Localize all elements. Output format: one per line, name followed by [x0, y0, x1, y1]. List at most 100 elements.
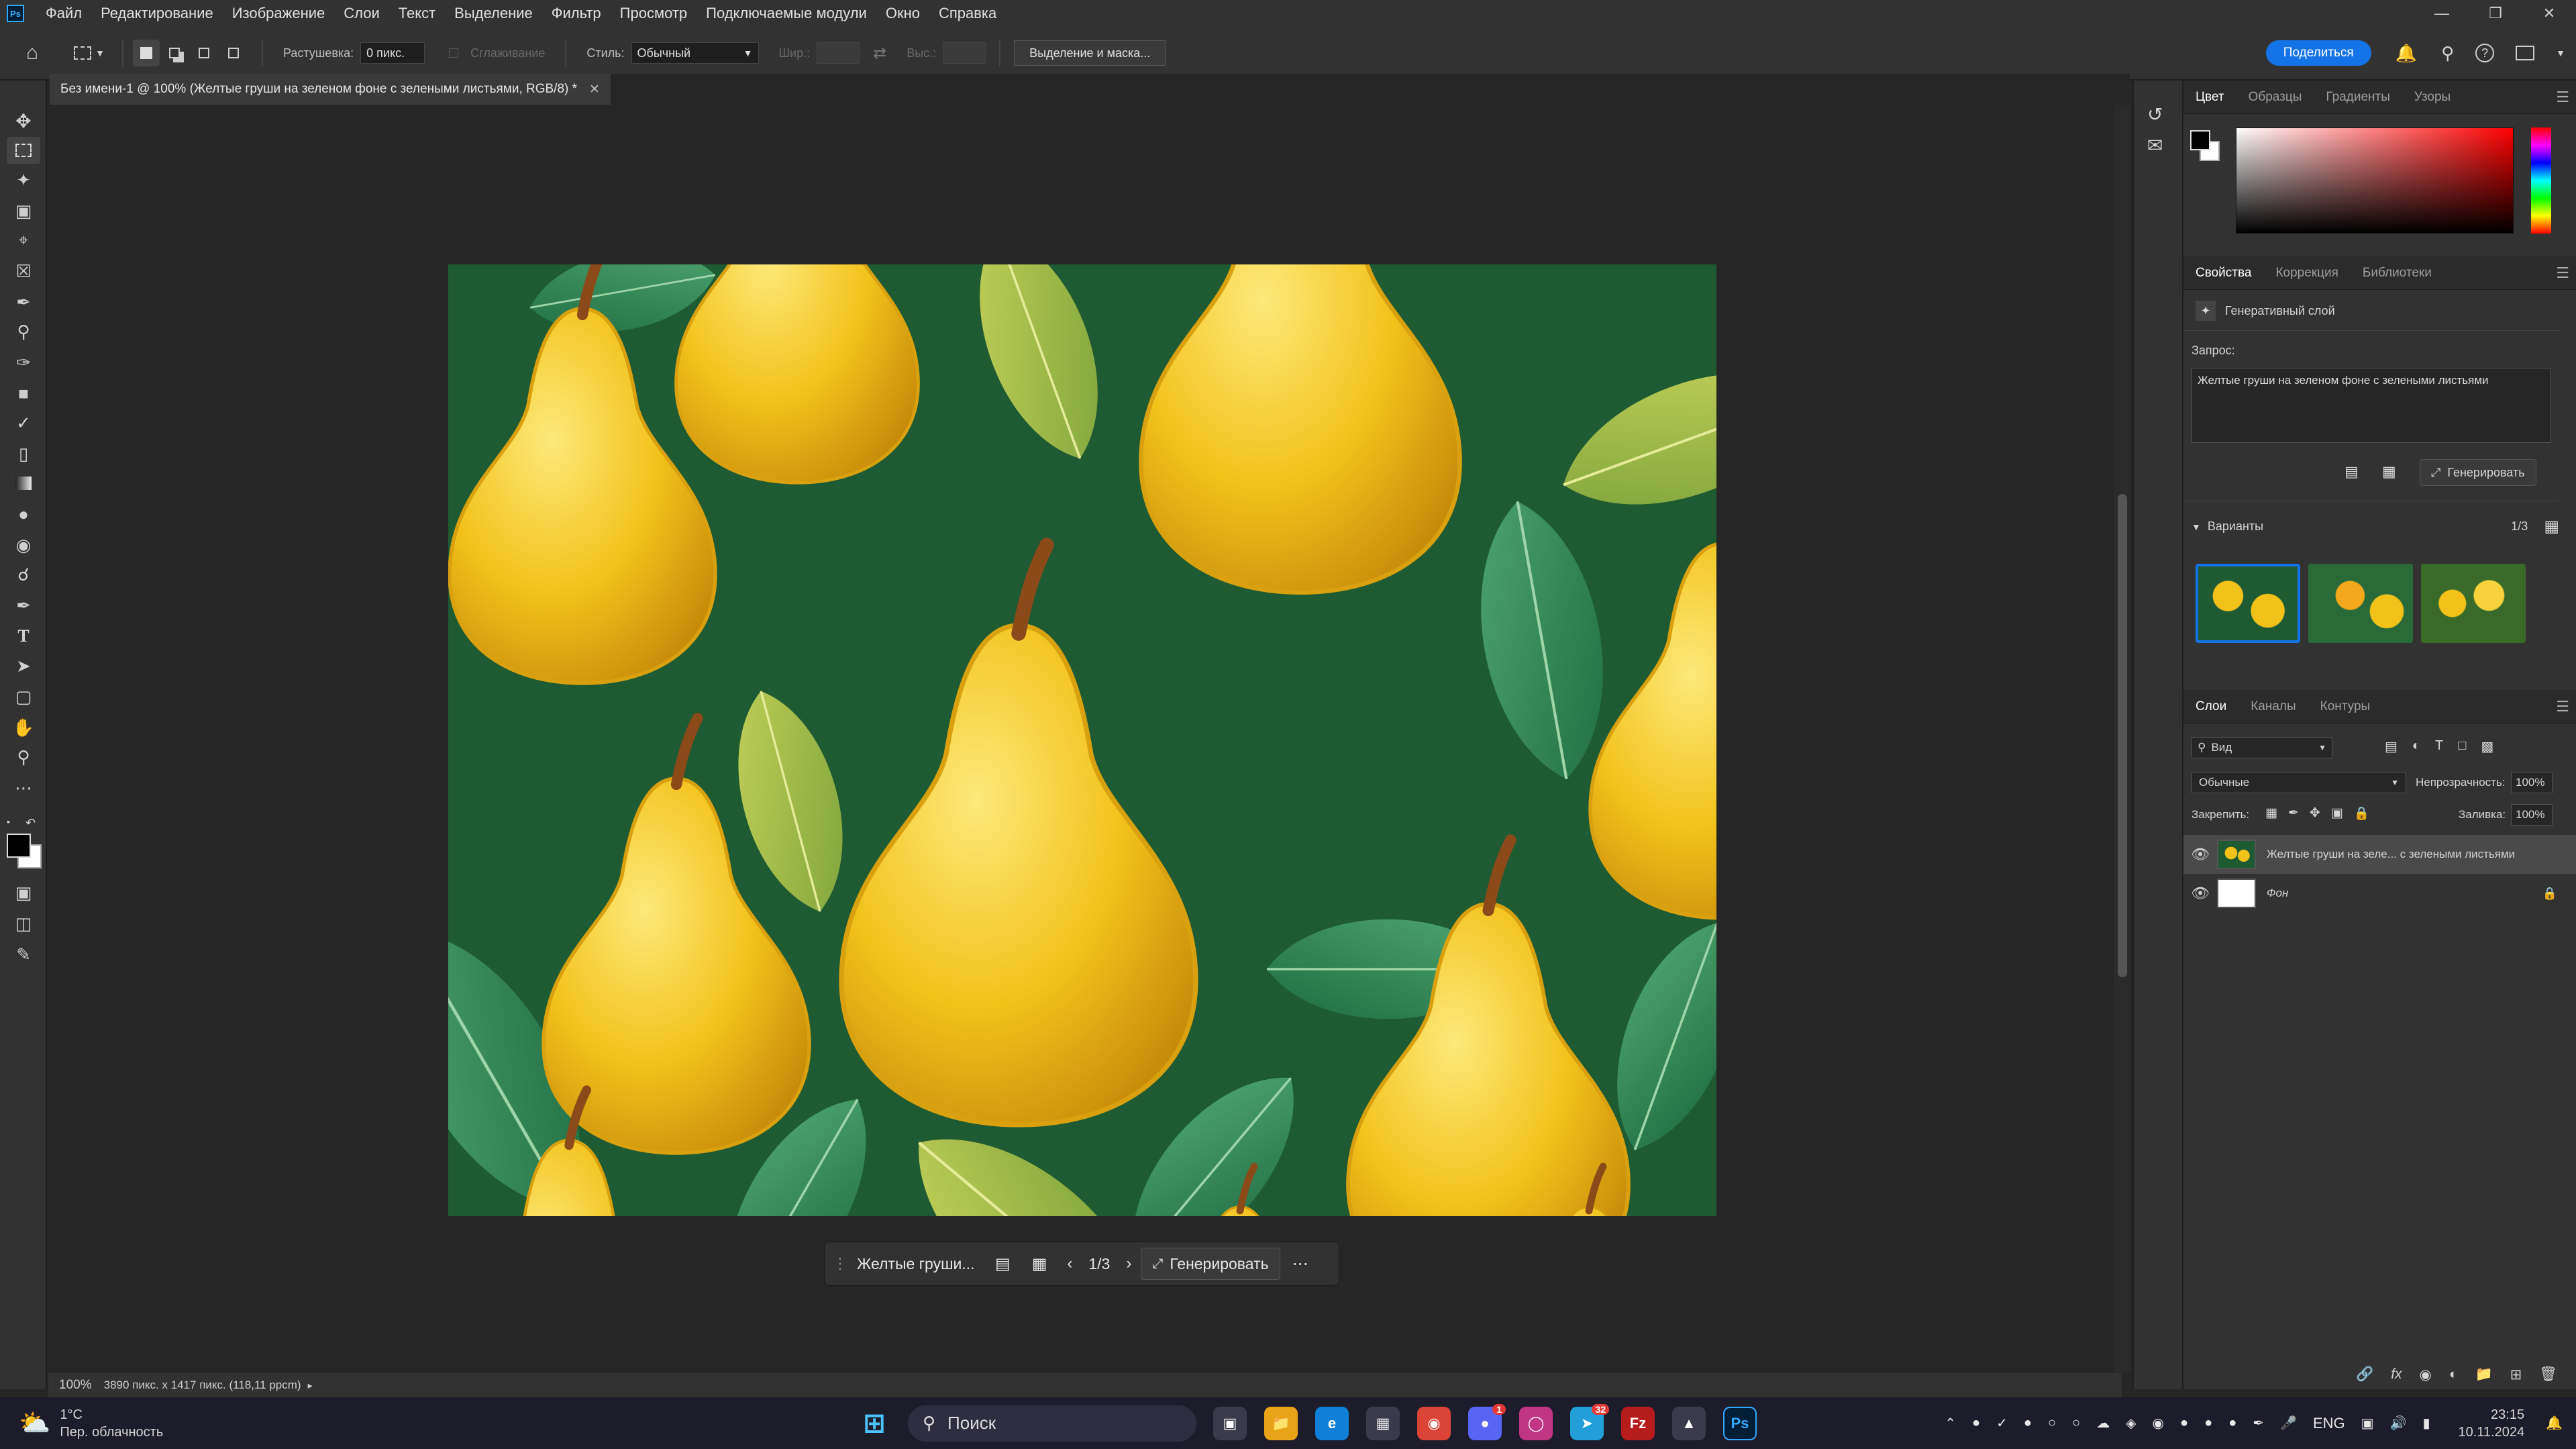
delete-layer-icon[interactable]: 🗑: [2539, 1366, 2557, 1383]
document-tab[interactable]: Без имени-1 @ 100% (Желтые груши на зеле…: [50, 74, 611, 105]
history-brush-icon[interactable]: ✓: [7, 409, 40, 436]
variants-grid-icon[interactable]: ▦: [1032, 1254, 1047, 1274]
workspace-icon[interactable]: [2516, 46, 2535, 60]
new-selection-icon[interactable]: [133, 40, 160, 66]
chevron-down-icon[interactable]: ▼: [2556, 48, 2565, 58]
share-button[interactable]: Поделиться: [2265, 40, 2371, 66]
vertical-scroll-thumb[interactable]: [2118, 494, 2127, 977]
tab-libraries[interactable]: Библиотеки: [2351, 266, 2444, 281]
filter-type-icon[interactable]: T: [2435, 738, 2443, 755]
layer-filter-select[interactable]: ⚲ Вид ▼: [2192, 737, 2332, 758]
tray-app-icon[interactable]: ●: [2204, 1415, 2212, 1431]
new-group-icon[interactable]: 📁: [2475, 1366, 2493, 1383]
lock-position-icon[interactable]: ✥: [2310, 805, 2320, 821]
default-colors-icon[interactable]: ▪: [7, 816, 20, 830]
weather-widget[interactable]: ⛅ 1°C Пер. облачность: [19, 1406, 395, 1441]
rectangle-tool-icon[interactable]: ▢: [7, 683, 40, 710]
object-select-icon[interactable]: ▣: [7, 197, 40, 224]
menu-file[interactable]: Файл: [36, 5, 91, 22]
link-layers-icon[interactable]: 🔗: [2356, 1366, 2373, 1383]
layer-style-icon[interactable]: fx: [2391, 1366, 2402, 1383]
tab-paths[interactable]: Контуры: [2308, 699, 2383, 714]
dodge-tool-icon[interactable]: ◉: [7, 532, 40, 558]
panel-menu-icon[interactable]: ☰: [2556, 698, 2569, 715]
tray-chevron-icon[interactable]: ⌃: [1945, 1415, 1956, 1432]
document-info[interactable]: 3890 пикс. x 1417 пикс. (118,11 ppcm): [104, 1379, 301, 1392]
steam-icon[interactable]: ◉: [2153, 1415, 2164, 1432]
smoothing-checkbox[interactable]: [449, 48, 459, 58]
search-icon[interactable]: ⚲: [2441, 43, 2454, 64]
panel-menu-icon[interactable]: ☰: [2556, 264, 2569, 282]
volume-icon[interactable]: 🔊: [2390, 1415, 2407, 1432]
variant-thumbnail-1[interactable]: [2196, 564, 2300, 643]
stamp-tool-icon[interactable]: ■: [7, 380, 40, 407]
quick-mask-icon[interactable]: ▣: [7, 879, 40, 906]
intersect-selection-icon[interactable]: [219, 40, 248, 66]
instagram-icon[interactable]: ◯: [1519, 1406, 1553, 1440]
tray-app-icon[interactable]: ○: [2072, 1415, 2080, 1431]
layer-name[interactable]: Фон: [2267, 887, 2288, 900]
visibility-eye-icon[interactable]: 👁: [2183, 885, 2217, 902]
document-canvas[interactable]: [448, 264, 1716, 1216]
tray-app-icon[interactable]: ●: [2024, 1415, 2032, 1431]
color-foreground-swatch[interactable]: [2190, 130, 2210, 150]
layer-row-generative[interactable]: 👁 Желтые груши на зеле... с зелеными лис…: [2183, 835, 2576, 874]
previous-variant-icon[interactable]: ‹: [1067, 1254, 1072, 1273]
zoom-level[interactable]: 100%: [59, 1378, 92, 1393]
marquee-tool-icon[interactable]: [7, 137, 40, 164]
variant-thumbnail-2[interactable]: [2308, 564, 2413, 643]
menu-image[interactable]: Изображение: [223, 5, 335, 22]
tray-shield-icon[interactable]: ●: [1972, 1415, 1980, 1431]
store-icon[interactable]: ▦: [1366, 1406, 1400, 1440]
edge-icon[interactable]: e: [1315, 1406, 1349, 1440]
telegram-icon[interactable]: ➤ 32: [1570, 1403, 1609, 1440]
lock-artboard-icon[interactable]: ▣: [2331, 805, 2343, 821]
filter-adjustment-icon[interactable]: ◐: [2412, 738, 2420, 755]
feather-input[interactable]: 0 пикс.: [360, 42, 425, 64]
app-icon[interactable]: ▲: [1672, 1406, 1706, 1440]
marquee-preset-button[interactable]: ▼: [66, 40, 113, 66]
crop-tool-icon[interactable]: ⌖: [7, 227, 40, 254]
notifications-icon[interactable]: 🔔: [2546, 1415, 2563, 1432]
gradient-tool-icon[interactable]: [7, 470, 40, 497]
battery-icon[interactable]: ▮: [2422, 1415, 2430, 1432]
content-type-icon[interactable]: ▦: [2382, 463, 2396, 481]
eyedropper-icon[interactable]: ✒: [7, 289, 40, 315]
foreground-color[interactable]: [7, 834, 31, 858]
frame-tool-icon[interactable]: ☒: [7, 258, 40, 285]
tab-swatches[interactable]: Образцы: [2236, 90, 2314, 105]
language-indicator[interactable]: ENG: [2313, 1415, 2345, 1432]
width-input[interactable]: [817, 42, 860, 64]
opacity-input[interactable]: 100%: [2511, 772, 2553, 793]
tab-gradients[interactable]: Градиенты: [2314, 90, 2402, 105]
onedrive-icon[interactable]: ☁: [2096, 1415, 2110, 1432]
home-icon[interactable]: ⌂: [12, 40, 52, 66]
brush-tool-icon[interactable]: ✑: [7, 349, 40, 376]
chevron-right-icon[interactable]: ▸: [308, 1380, 313, 1391]
menu-layers[interactable]: Слои: [334, 5, 389, 22]
history-panel-icon[interactable]: ↺: [2147, 103, 2163, 126]
menu-window[interactable]: Окно: [876, 5, 929, 22]
menu-view[interactable]: Просмотр: [611, 5, 697, 22]
vertical-scrollbar[interactable]: [2114, 105, 2131, 1373]
tab-patterns[interactable]: Узоры: [2402, 90, 2463, 105]
healing-brush-icon[interactable]: ⚲: [7, 318, 40, 345]
bell-icon[interactable]: 🔔: [2395, 43, 2417, 64]
tab-color[interactable]: Цвет: [2183, 90, 2236, 105]
tray-app-icon[interactable]: ●: [2180, 1415, 2188, 1431]
network-icon[interactable]: ▣: [2361, 1415, 2374, 1432]
lock-pixels-icon[interactable]: ✒: [2288, 805, 2299, 821]
filter-pixel-icon[interactable]: ▤: [2385, 738, 2398, 755]
menu-select[interactable]: Выделение: [445, 5, 542, 22]
tab-layers[interactable]: Слои: [2183, 699, 2238, 714]
chrome-icon[interactable]: ◉: [1417, 1406, 1451, 1440]
close-icon[interactable]: ✕: [2522, 0, 2576, 27]
tab-properties[interactable]: Свойства: [2183, 266, 2263, 281]
type-tool-icon[interactable]: T: [7, 623, 40, 650]
select-and-mask-button[interactable]: Выделение и маска...: [1014, 40, 1166, 66]
tray-app-icon[interactable]: ○: [2048, 1415, 2056, 1431]
menu-plugins[interactable]: Подключаемые модули: [697, 5, 876, 22]
color-field[interactable]: [2236, 128, 2514, 234]
photoshop-taskbar-icon[interactable]: Ps: [1723, 1406, 1757, 1440]
new-layer-icon[interactable]: ⊞: [2510, 1366, 2522, 1383]
